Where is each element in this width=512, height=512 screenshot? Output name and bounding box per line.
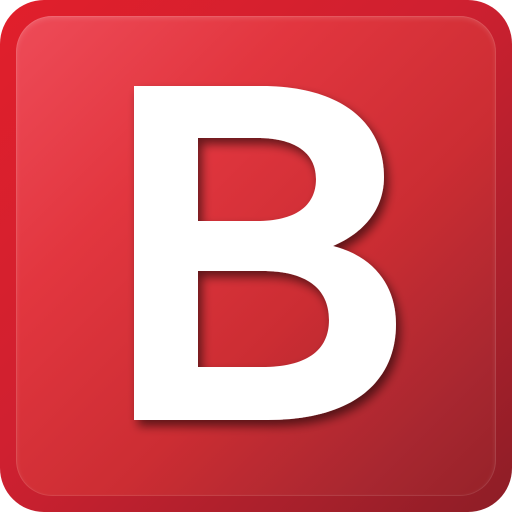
b-app-icon [0, 0, 512, 512]
letter-b-glyph [134, 86, 396, 420]
